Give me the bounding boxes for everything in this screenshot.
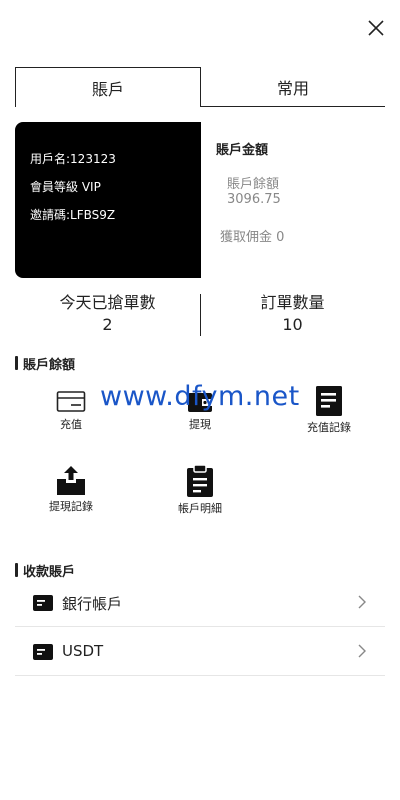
order-count-label: 訂單數量 [260,293,325,312]
account-detail-label: 帳戶明細 [178,502,222,515]
balance-label: 賬戶餘額 [227,177,280,192]
watermark-text: www.dfym.net [100,381,300,412]
upload-tray-icon [57,466,85,495]
receive-section-title: 收款賬戶 [15,561,75,580]
grabbed-today-label: 今天已搶單數 [59,293,156,312]
order-stats: 今天已搶單數 2 訂單數量 10 [15,292,385,338]
balance-value: 3096.75 [227,192,281,207]
balance-section-title: 賬戶餘額 [15,354,75,373]
chevron-right-icon [358,644,366,658]
tab-common[interactable]: 常用 [201,67,385,107]
invite-code-text: 邀請碼:LFBS9Z [30,208,116,222]
commission-text: 獲取佣金 0 [220,230,285,245]
clipboard-icon [187,464,213,497]
member-level-text: 會員等級 VIP [30,180,101,194]
recharge-record-label: 充值記錄 [307,421,351,434]
close-icon [368,20,384,36]
order-count-stat: 訂單數量 10 [200,292,385,336]
account-card: 用戶名:123123 會員等級 VIP 邀請碼:LFBS9Z [15,122,201,278]
bank-account-label: 銀行帳戶 [62,595,123,613]
withdraw-label: 提現 [189,418,211,431]
account-detail-button[interactable]: 帳戶明細 [160,464,240,516]
recharge-button[interactable]: 充值 [31,390,111,432]
usdt-card-icon [33,644,53,660]
chevron-right-icon [358,595,366,609]
card-icon [56,391,86,412]
account-amount-title: 賬戶金額 [216,143,269,158]
bank-account-row[interactable]: 銀行帳戶 [15,579,385,627]
close-button[interactable] [364,16,388,40]
document-icon [316,386,342,416]
recharge-label: 充值 [60,418,82,431]
recharge-record-button[interactable]: 充值記錄 [289,385,369,435]
usdt-row[interactable]: USDT [15,628,385,676]
tab-account[interactable]: 賬戶 [15,67,201,107]
withdraw-record-label: 提現記錄 [49,500,93,513]
bank-card-icon [33,595,53,611]
username-text: 用戶名:123123 [30,152,116,166]
tab-bar: 賬戶 常用 [15,67,385,107]
grabbed-today-stat: 今天已搶單數 2 [15,292,200,336]
order-count-value: 10 [282,315,303,334]
usdt-label: USDT [62,642,104,660]
grabbed-today-value: 2 [102,315,113,334]
withdraw-record-button[interactable]: 提現記錄 [31,464,111,514]
